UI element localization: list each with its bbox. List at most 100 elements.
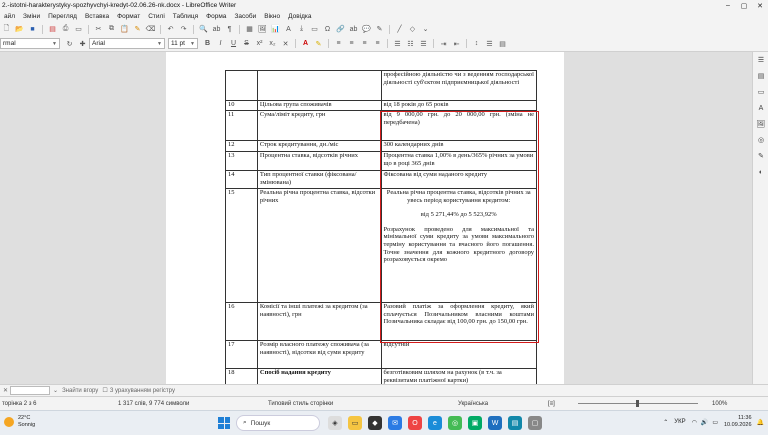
cut-icon[interactable]: ✂ bbox=[94, 24, 104, 34]
insert-hyperlink-icon[interactable]: 🔗 bbox=[336, 24, 346, 34]
row-value-cell[interactable]: безготівковим шляхом на рахунок (в т.ч. … bbox=[380, 367, 537, 386]
writer-icon[interactable]: ▤ bbox=[508, 416, 522, 430]
minimize-icon[interactable]: – bbox=[720, 0, 736, 11]
row-number-cell[interactable]: 13 bbox=[225, 151, 258, 171]
windows-start-icon[interactable] bbox=[218, 417, 230, 429]
paste-icon[interactable]: 📋 bbox=[120, 24, 130, 34]
track-changes-icon[interactable]: ✎ bbox=[375, 24, 385, 34]
row-label-cell[interactable]: Розмір власного платежу споживача (за на… bbox=[256, 340, 382, 369]
increase-indent-icon[interactable]: ⇥ bbox=[439, 39, 449, 49]
mail-icon[interactable]: ✉ bbox=[388, 416, 402, 430]
row-number-cell[interactable]: 12 bbox=[225, 140, 258, 152]
undo-icon[interactable]: ↶ bbox=[166, 24, 176, 34]
row-number-cell[interactable] bbox=[225, 70, 258, 101]
menu-window[interactable]: Вікно bbox=[260, 13, 284, 20]
find-next-icon[interactable]: ⌄ bbox=[53, 387, 58, 394]
decrease-indent-icon[interactable]: ⇤ bbox=[452, 39, 462, 49]
row-label-cell[interactable]: Реальна річна процентна ставка, відсотки… bbox=[256, 188, 382, 303]
design-icon[interactable]: ◐ bbox=[753, 164, 768, 180]
menu-format[interactable]: Формат bbox=[113, 13, 144, 20]
italic-icon[interactable]: I bbox=[216, 39, 226, 49]
highlight-color-icon[interactable]: ✎ bbox=[314, 39, 324, 49]
sidebar-menu-icon[interactable]: ☰ bbox=[753, 52, 768, 68]
page-count[interactable]: торінка 2 з 6 bbox=[0, 401, 118, 407]
find-input[interactable] bbox=[10, 386, 51, 395]
insert-chart-icon[interactable]: 📊 bbox=[271, 24, 281, 34]
clock[interactable]: 11:36 10.09.2026 bbox=[724, 415, 752, 429]
bullet-list-icon[interactable]: ☰ bbox=[393, 39, 403, 49]
row-number-cell[interactable]: 17 bbox=[225, 340, 258, 369]
insert-special-character-icon[interactable]: Ω bbox=[323, 24, 333, 34]
menu-help[interactable]: Довідка bbox=[284, 13, 315, 20]
menu-view[interactable]: Перегляд bbox=[44, 13, 81, 20]
battery-icon[interactable]: ▭ bbox=[712, 419, 718, 426]
navigator-icon[interactable]: ◎ bbox=[753, 132, 768, 148]
open-icon[interactable]: 📂 bbox=[15, 24, 25, 34]
styles-icon[interactable]: A bbox=[753, 100, 768, 116]
row-number-cell[interactable]: 11 bbox=[225, 110, 258, 141]
taskbar-search[interactable]: ⌕ Пошук bbox=[236, 415, 320, 431]
row-label-cell[interactable]: Цільова група споживачів bbox=[256, 100, 382, 111]
insert-footnote-icon[interactable]: ab bbox=[349, 24, 359, 34]
underline-icon[interactable]: U bbox=[229, 39, 239, 49]
row-number-cell[interactable]: 15 bbox=[225, 188, 258, 303]
font-size-combo[interactable]: 11 pt ▼ bbox=[168, 38, 198, 49]
copy-icon[interactable]: ⧉ bbox=[107, 24, 117, 34]
line-spacing-icon[interactable]: ☰ bbox=[485, 39, 495, 49]
outline-list-icon[interactable]: ☰ bbox=[419, 39, 429, 49]
strikethrough-icon[interactable]: S bbox=[242, 39, 252, 49]
row-value-cell[interactable]: відсутній bbox=[380, 340, 537, 369]
app-icon[interactable]: ▢ bbox=[528, 416, 542, 430]
row-label-cell[interactable]: Спосіб надання кредиту bbox=[256, 367, 382, 386]
row-value-cell[interactable]: від 9 000,00 грн. до 20 000,00 грн. (змі… bbox=[380, 110, 537, 141]
volume-icon[interactable]: 🔊 bbox=[701, 419, 708, 426]
wifi-icon[interactable]: ◠ bbox=[692, 419, 697, 426]
insert-field-icon[interactable]: ▭ bbox=[310, 24, 320, 34]
clone-formatting-icon[interactable]: ✎ bbox=[133, 24, 143, 34]
row-number-cell[interactable]: 14 bbox=[225, 170, 258, 189]
maximize-icon[interactable]: ▢ bbox=[736, 0, 752, 11]
insert-image-icon[interactable]: 🖼 bbox=[258, 24, 268, 34]
print-preview-icon[interactable]: ▭ bbox=[74, 24, 84, 34]
chrome-icon[interactable]: ◎ bbox=[448, 416, 462, 430]
insert-page-break-icon[interactable]: ⤓ bbox=[297, 24, 307, 34]
clear-direct-formatting-icon[interactable]: ✕ bbox=[281, 39, 291, 49]
row-value-cell[interactable]: Разовий платіж за оформлення кредиту, як… bbox=[380, 302, 537, 341]
find-replace-icon[interactable]: 🔍 bbox=[199, 24, 209, 34]
shapes-dropdown-icon[interactable]: ⌄ bbox=[421, 24, 431, 34]
menu-table[interactable]: Таблиця bbox=[169, 13, 202, 20]
row-label-cell[interactable]: Строк кредитування, дн./міс bbox=[256, 140, 382, 152]
page-style[interactable]: Типовий стиль сторінки bbox=[268, 401, 458, 407]
menu-form[interactable]: Форма bbox=[202, 13, 230, 20]
paragraph-spacing-icon[interactable]: ↕ bbox=[472, 39, 482, 49]
align-left-icon[interactable]: ≡ bbox=[334, 39, 344, 49]
insert-line-icon[interactable]: ╱ bbox=[395, 24, 405, 34]
match-case-checkbox[interactable]: ☐ bbox=[102, 387, 107, 394]
word-icon[interactable]: W bbox=[488, 416, 502, 430]
print-icon[interactable]: ⎙ bbox=[61, 24, 71, 34]
store-icon[interactable]: ▣ bbox=[468, 416, 482, 430]
align-right-icon[interactable]: ≡ bbox=[360, 39, 370, 49]
row-value-cell[interactable]: Реальна річна процентна ставка, відсоткі… bbox=[380, 188, 537, 303]
language-status[interactable]: Українська bbox=[458, 401, 548, 407]
update-style-icon[interactable]: ↻ bbox=[65, 39, 75, 49]
row-value-cell[interactable]: професійною діяльністю чи з веденням гос… bbox=[380, 70, 537, 101]
font-name-combo[interactable]: Arial ▼ bbox=[89, 38, 165, 49]
zoom-level[interactable]: 100% bbox=[708, 401, 727, 407]
menu-edit[interactable]: Зміни bbox=[19, 13, 44, 20]
find-previous-label[interactable]: Знайти вгору bbox=[62, 388, 98, 394]
menu-file[interactable]: айл bbox=[0, 13, 19, 20]
tray-chevron-icon[interactable]: ⌃ bbox=[663, 419, 668, 426]
save-icon[interactable]: ■ bbox=[28, 24, 38, 34]
properties-icon[interactable]: ▤ bbox=[753, 68, 768, 84]
menu-styles[interactable]: Стилі bbox=[144, 13, 169, 20]
subscript-icon[interactable]: x₂ bbox=[268, 39, 278, 49]
row-number-cell[interactable]: 10 bbox=[225, 100, 258, 111]
numbered-list-icon[interactable]: ☷ bbox=[406, 39, 416, 49]
insert-mode-indicator[interactable]: [≡] bbox=[548, 401, 578, 407]
weather-widget[interactable]: 22°C Sonnig bbox=[4, 415, 35, 429]
row-value-cell[interactable]: Фіксована від суми наданого кредиту bbox=[380, 170, 537, 189]
superscript-icon[interactable]: x² bbox=[255, 39, 265, 49]
new-style-icon[interactable]: ✚ bbox=[78, 39, 88, 49]
insert-comment-icon[interactable]: 💬 bbox=[362, 24, 372, 34]
